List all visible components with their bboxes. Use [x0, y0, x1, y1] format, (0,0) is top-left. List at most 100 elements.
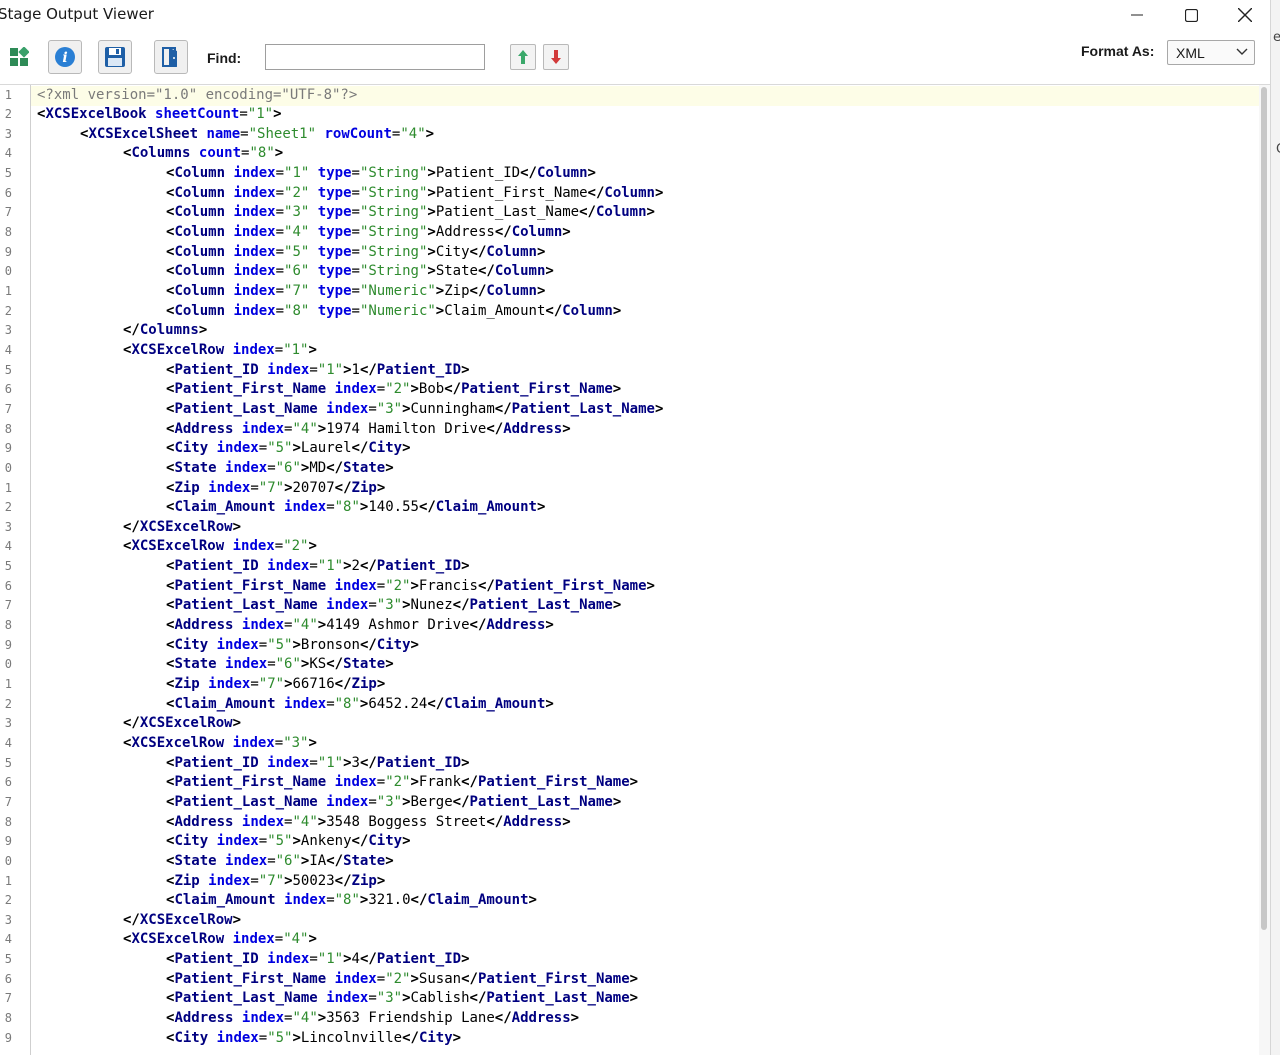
- tag-name: Patient_First_Name: [477, 970, 630, 987]
- equals-sign: =: [351, 302, 360, 319]
- tag-bracket: >: [273, 106, 282, 123]
- equals-sign: =: [376, 577, 386, 594]
- code-line: <Patient_ID index="1">1</Patient_ID>: [166, 361, 470, 381]
- attribute-value: "Sheet1": [248, 125, 317, 142]
- line-number: 9: [4, 834, 12, 849]
- equals-sign: =: [368, 597, 377, 614]
- equals-sign: =: [275, 224, 285, 241]
- attribute-name: index: [232, 538, 275, 555]
- line-number: 7: [4, 205, 12, 220]
- vertical-scrollbar[interactable]: [1259, 85, 1270, 1055]
- exit-button[interactable]: [154, 40, 188, 74]
- layout-button[interactable]: [2, 40, 36, 74]
- tag-name: Patient_Last_Name: [486, 990, 630, 1007]
- line-number: 7: [4, 794, 12, 809]
- tag-name: Zip: [351, 479, 377, 496]
- line-number: 6: [4, 578, 12, 593]
- code-line: <XCSExcelBook sheetCount="1">: [37, 105, 282, 125]
- find-previous-button[interactable]: [510, 44, 536, 70]
- equals-sign: =: [274, 931, 284, 948]
- attribute-value: "3": [376, 400, 403, 417]
- code-line: <XCSExcelSheet name="Sheet1" rowCount="4…: [80, 125, 434, 145]
- tag-bracket: >: [435, 302, 445, 319]
- find-next-button[interactable]: [543, 44, 569, 70]
- attribute-value: "4": [292, 1010, 318, 1027]
- equals-sign: =: [351, 283, 360, 299]
- tag-bracket: >: [612, 302, 622, 319]
- tag-bracket: >: [461, 754, 470, 771]
- tag-bracket: >: [385, 656, 394, 673]
- code-line: <State index="6">MD</State>: [166, 459, 394, 479]
- element-text: Ankeny: [300, 833, 352, 850]
- tag-bracket: >: [232, 911, 242, 928]
- attribute-name: index: [334, 970, 377, 987]
- tag-bracket: >: [646, 577, 655, 594]
- xml-editor[interactable]: 1 2 3 4 5 6 7 8 9 0 1 2 3 4 5 6 7 8 9 0 1 2 3 4 5 6 7 8 9 0 1 2 3 4 5 6 7 8 9 0…: [0, 85, 1270, 1055]
- tag-name: Address: [174, 1010, 234, 1027]
- attribute-name: index: [233, 302, 276, 319]
- tag-name: Claim_Amount: [435, 499, 537, 516]
- close-window-button[interactable]: [1218, 0, 1272, 30]
- element-text: Berge: [410, 793, 453, 810]
- tag-name: Column: [174, 263, 226, 280]
- tag-bracket: >: [427, 263, 436, 280]
- equals-sign: =: [275, 204, 285, 221]
- line-number: 3: [4, 323, 12, 338]
- element-text: Laurel: [300, 440, 352, 457]
- tag-bracket: >: [317, 617, 327, 634]
- tag-bracket: </: [351, 440, 369, 457]
- equals-sign: =: [376, 970, 386, 987]
- tag-bracket: >: [545, 695, 554, 712]
- element-text: Bronson: [300, 636, 360, 653]
- tag-bracket: </: [326, 656, 344, 673]
- code-line: <City index="5">Bronson</City>: [166, 636, 419, 656]
- save-button[interactable]: [98, 40, 132, 74]
- line-number: 2: [4, 893, 12, 908]
- format-select[interactable]: XML: [1167, 40, 1255, 65]
- equals-sign: =: [376, 774, 386, 791]
- attribute-name: sheetCount: [155, 106, 240, 123]
- attribute-value: "2": [283, 538, 309, 555]
- maximize-button[interactable]: [1164, 0, 1218, 30]
- scrollbar-thumb[interactable]: [1261, 87, 1267, 930]
- exit-door-icon: [162, 47, 177, 67]
- equals-sign: =: [376, 381, 386, 398]
- element-text: Cunningham: [410, 400, 495, 417]
- equals-sign: =: [275, 283, 285, 299]
- code-line: <Patient_ID index="1">2</Patient_ID>: [166, 557, 470, 577]
- attribute-value: "3": [376, 990, 403, 1007]
- line-number: 9: [4, 637, 12, 652]
- tag-bracket: >: [536, 499, 546, 516]
- attribute-name: index: [233, 224, 276, 241]
- tag-bracket: </: [359, 754, 377, 771]
- title-bar[interactable]: Stage Output Viewer: [0, 0, 1270, 30]
- attribute-name: index: [225, 852, 268, 869]
- tag-bracket: >: [284, 479, 293, 496]
- tag-name: Patient_Last_Name: [469, 793, 613, 810]
- tag-bracket: >: [292, 833, 301, 850]
- tag-bracket: >: [629, 970, 639, 987]
- tag-bracket: >: [317, 813, 327, 830]
- line-number: 8: [4, 618, 12, 633]
- info-button[interactable]: i: [48, 40, 82, 74]
- background-window-strip: e C: [1270, 0, 1280, 1055]
- attribute-value: "3": [284, 204, 310, 221]
- element-text: 50023: [292, 872, 335, 889]
- minimize-button[interactable]: [1110, 0, 1164, 30]
- element-text: MD: [309, 459, 327, 476]
- equals-sign: =: [309, 951, 318, 968]
- attribute-name: type: [317, 165, 352, 182]
- tag-bracket: </: [334, 872, 352, 889]
- tag-bracket: >: [376, 479, 386, 496]
- element-text: 6452.24: [368, 695, 428, 712]
- find-input[interactable]: [265, 44, 485, 70]
- code-line: <Column index="7" type="Numeric">Zip</Co…: [166, 282, 545, 302]
- tag-name: Patient_ID: [376, 951, 462, 968]
- attribute-name: index: [208, 676, 251, 692]
